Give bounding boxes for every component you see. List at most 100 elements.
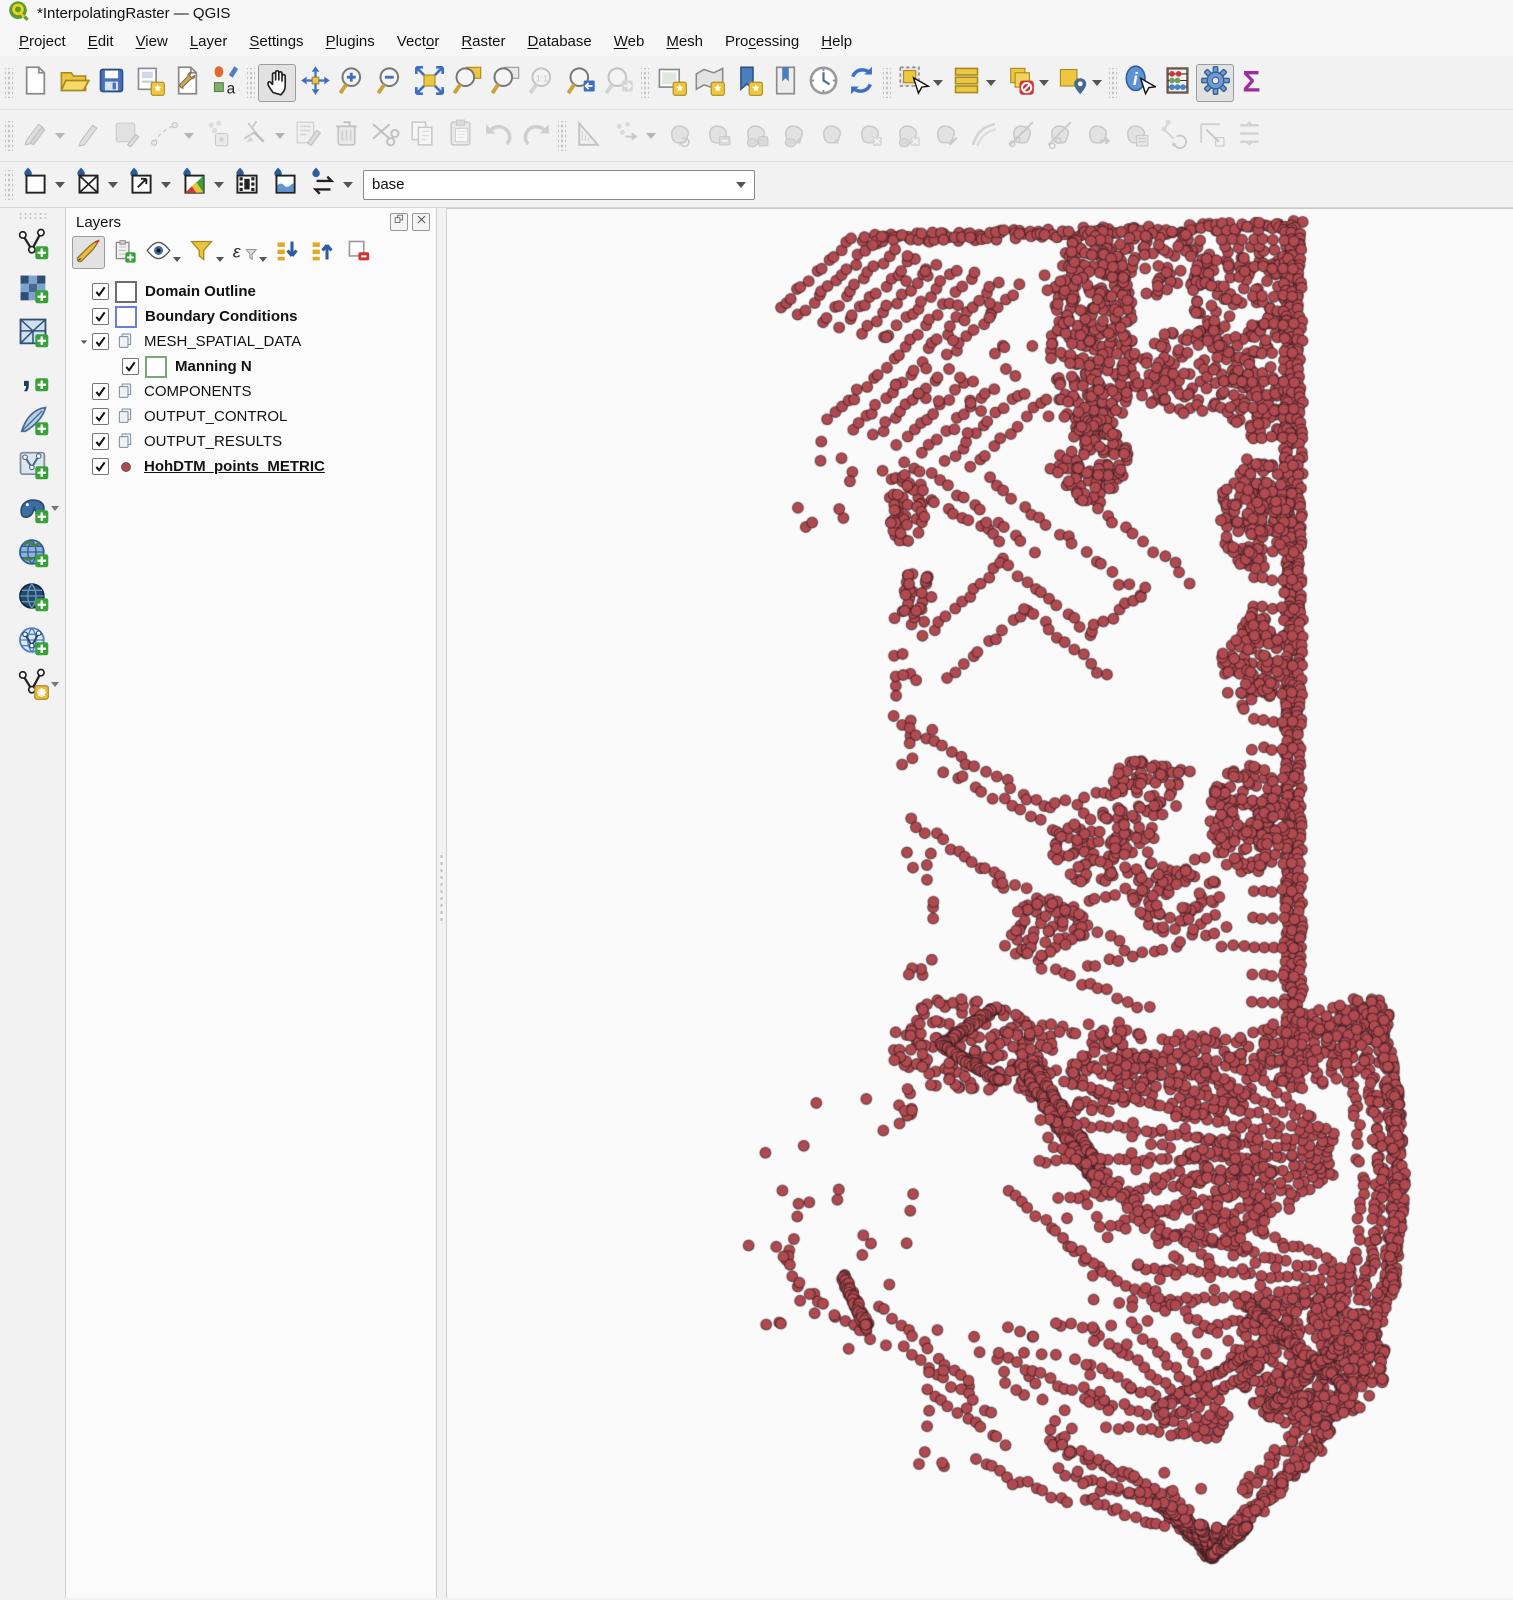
expand-all-button[interactable] <box>271 236 304 269</box>
manage-map-themes-button[interactable] <box>142 236 175 269</box>
panel-splitter[interactable] <box>437 208 447 1598</box>
new-print-layout-button[interactable] <box>130 64 168 102</box>
mesh-domain-box-button[interactable] <box>16 166 54 204</box>
menu-raster[interactable]: Raster <box>450 29 516 54</box>
layer-checkbox[interactable] <box>122 358 139 375</box>
remove-layer-button[interactable] <box>341 236 374 269</box>
new-spatial-bookmark-button[interactable] <box>728 64 766 102</box>
sum-features-button[interactable]: Σ <box>1234 64 1272 102</box>
layer-tree-item[interactable]: OUTPUT_RESULTS <box>66 429 436 454</box>
menu-settings[interactable]: Settings <box>238 29 314 54</box>
select-by-location-menu-caret[interactable] <box>1092 80 1102 86</box>
add-mesh-layer-button[interactable] <box>0 312 65 356</box>
new-3d-map-view-button[interactable] <box>690 64 728 102</box>
add-geopackage-layer-button[interactable] <box>0 444 65 488</box>
filter-legend-button[interactable] <box>185 236 218 269</box>
select-by-form-button[interactable] <box>947 64 985 102</box>
mesh-domain-box-menu-caret[interactable] <box>55 182 65 188</box>
mesh-style-box-menu-caret[interactable] <box>214 182 224 188</box>
layer-checkbox[interactable] <box>92 333 109 350</box>
map-canvas[interactable] <box>447 209 1513 1589</box>
layer-tree-item[interactable]: OUTPUT_CONTROL <box>66 404 436 429</box>
deselect-all-menu-caret[interactable] <box>1039 80 1049 86</box>
base-scenario-combo[interactable]: base <box>363 170 755 200</box>
menu-vector[interactable]: Vector <box>386 29 451 54</box>
add-wfs-layer-button[interactable] <box>0 620 65 664</box>
select-features-button[interactable] <box>894 64 932 102</box>
select-by-location-button[interactable] <box>1053 64 1091 102</box>
mesh-animation-button[interactable] <box>228 166 266 204</box>
menu-processing[interactable]: Processing <box>714 29 810 54</box>
select-features-menu-caret[interactable] <box>933 80 943 86</box>
mesh-style-box-button[interactable] <box>175 166 213 204</box>
pan-map-button[interactable] <box>258 64 296 102</box>
pan-to-selection-button[interactable] <box>296 64 334 102</box>
add-delimited-text-layer-button[interactable]: , <box>0 356 65 400</box>
expander-icon[interactable] <box>76 336 92 348</box>
menu-database[interactable]: Database <box>517 29 603 54</box>
refresh-map-button[interactable] <box>842 64 880 102</box>
add-virtual-layer-menu-caret[interactable] <box>51 682 59 687</box>
zoom-last-button[interactable] <box>562 64 600 102</box>
layer-checkbox[interactable] <box>92 458 109 475</box>
zoom-out-button[interactable] <box>372 64 410 102</box>
layer-checkbox[interactable] <box>92 383 109 400</box>
menu-plugins[interactable]: Plugins <box>315 29 386 54</box>
zoom-to-selection-button[interactable] <box>448 64 486 102</box>
menu-edit[interactable]: Edit <box>77 29 125 54</box>
menu-web[interactable]: Web <box>603 29 656 54</box>
add-spatialite-layer-button[interactable] <box>0 400 65 444</box>
manage-map-themes-menu-caret[interactable] <box>173 257 181 262</box>
select-by-form-menu-caret[interactable] <box>986 80 996 86</box>
mesh-export-box-menu-caret[interactable] <box>161 182 171 188</box>
add-vector-layer-button[interactable] <box>0 224 65 268</box>
add-group-button[interactable] <box>107 236 140 269</box>
add-postgis-layer-button[interactable] <box>0 488 65 532</box>
mesh-reload-menu-caret[interactable] <box>343 182 353 188</box>
add-arcgis-rest-layer-button[interactable] <box>0 576 65 620</box>
collapse-all-button[interactable] <box>306 236 339 269</box>
layer-tree-item[interactable]: COMPONENTS <box>66 379 436 404</box>
deselect-all-button[interactable] <box>1000 64 1038 102</box>
mesh-clear-box-button[interactable] <box>69 166 107 204</box>
close-panel-button[interactable] <box>412 213 430 231</box>
layer-tree-item[interactable]: HohDTM_points_METRIC <box>66 454 436 479</box>
layer-tree-item[interactable]: Manning N <box>66 354 436 379</box>
statistical-summary-button[interactable] <box>1158 64 1196 102</box>
temporal-controller-button[interactable] <box>804 64 842 102</box>
zoom-in-button[interactable] <box>334 64 372 102</box>
menu-layer[interactable]: Layer <box>179 29 239 54</box>
filter-by-expression-button[interactable]: ε <box>228 236 261 269</box>
mesh-reload-button[interactable] <box>304 166 342 204</box>
add-raster-layer-button[interactable] <box>0 268 65 312</box>
zoom-full-button[interactable] <box>410 64 448 102</box>
menu-view[interactable]: View <box>125 29 179 54</box>
filter-legend-menu-caret[interactable] <box>216 257 224 262</box>
add-wms-layer-button[interactable] <box>0 532 65 576</box>
new-map-view-button[interactable] <box>652 64 690 102</box>
mesh-clear-box-menu-caret[interactable] <box>108 182 118 188</box>
layer-tree-item[interactable]: Domain Outline <box>66 279 436 304</box>
filter-by-expression-menu-caret[interactable] <box>259 257 267 262</box>
layer-checkbox[interactable] <box>92 408 109 425</box>
mesh-water-level-button[interactable] <box>266 166 304 204</box>
zoom-to-layer-button[interactable] <box>486 64 524 102</box>
open-project-button[interactable] <box>54 64 92 102</box>
mesh-export-box-button[interactable] <box>122 166 160 204</box>
new-project-button[interactable] <box>16 64 54 102</box>
menu-help[interactable]: Help <box>810 29 863 54</box>
add-postgis-layer-menu-caret[interactable] <box>51 506 59 511</box>
menu-project[interactable]: Project <box>8 29 77 54</box>
open-layer-styling-button[interactable] <box>72 236 105 269</box>
identify-features-button[interactable]: i <box>1120 64 1158 102</box>
add-virtual-layer-button[interactable] <box>0 664 65 708</box>
processing-toolbox-button[interactable] <box>1196 64 1234 102</box>
layer-checkbox[interactable] <box>92 308 109 325</box>
layer-checkbox[interactable] <box>92 283 109 300</box>
save-project-button[interactable] <box>92 64 130 102</box>
layer-checkbox[interactable] <box>92 433 109 450</box>
show-spatial-bookmarks-button[interactable] <box>766 64 804 102</box>
layer-tree-item[interactable]: MESH_SPATIAL_DATA <box>66 329 436 354</box>
style-manager-button[interactable]: a <box>206 64 244 102</box>
layer-tree-item[interactable]: Boundary Conditions <box>66 304 436 329</box>
